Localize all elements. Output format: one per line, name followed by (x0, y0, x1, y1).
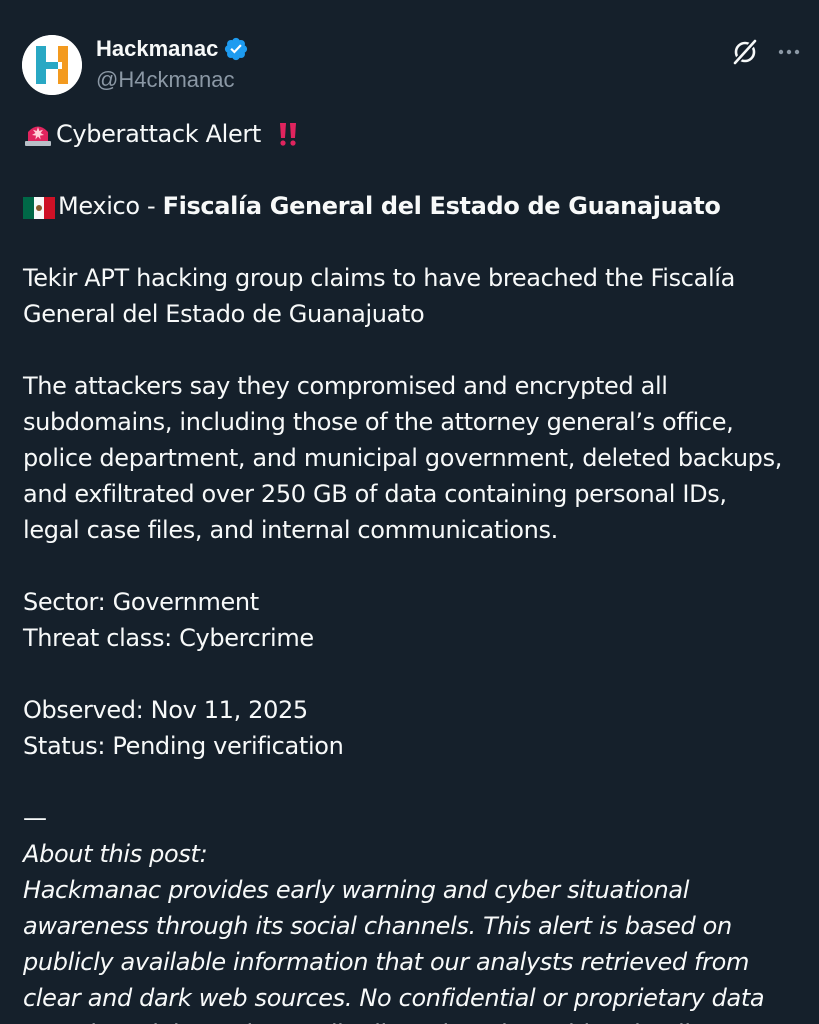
target-organization: Fiscalía General del Estado de Guanajuat… (162, 192, 721, 220)
post-body: Cyberattack Alert Mexico - Fiscalía Gene… (23, 116, 813, 1024)
details-line: The attackers say they compromised and e… (23, 372, 668, 400)
sector-line: Sector: Government (23, 588, 259, 616)
country-label: Mexico - (58, 192, 163, 220)
about-line: Hackmanac provides early warning and cyb… (23, 876, 690, 904)
details-line: and exfiltrated over 250 GB of data cont… (23, 480, 727, 508)
mexico-flag-icon (23, 197, 55, 219)
verified-badge-icon[interactable] (223, 36, 249, 62)
threat-class-line: Threat class: Cybercrime (23, 624, 314, 652)
grok-button[interactable] (730, 37, 760, 67)
target-line: Mexico - Fiscalía General del Estado de … (23, 188, 813, 224)
about-line: awareness through its social channels. T… (23, 912, 732, 940)
status-line: Status: Pending verification (23, 732, 344, 760)
avatar[interactable] (22, 35, 82, 95)
post-card: Hackmanac @H4ckmanac Cyberattack Alert M… (0, 0, 819, 1024)
more-options-button[interactable] (774, 37, 804, 67)
double-exclamation-emoji-icon (280, 123, 297, 146)
display-name-row: Hackmanac (96, 35, 249, 63)
details-line: subdomains, including those of the attor… (23, 408, 734, 436)
about-heading: About this post: (23, 840, 208, 868)
police-light-emoji-icon (25, 126, 51, 146)
more-options-icon (778, 49, 800, 55)
about-line: clear and dark web sources. No confident… (23, 984, 765, 1012)
observed-line: Observed: Nov 11, 2025 (23, 696, 308, 724)
details-line: police department, and municipal governm… (23, 444, 783, 472)
grok-icon (732, 38, 758, 66)
separator: — (23, 804, 47, 832)
details-line: legal case files, and internal communica… (23, 516, 558, 544)
summary-line: General del Estado de Guanajuato (23, 300, 425, 328)
about-line: was shared, hosted, or redistributed, an… (23, 1016, 813, 1024)
display-name[interactable]: Hackmanac (96, 36, 218, 62)
author-handle[interactable]: @H4ckmanac (96, 67, 249, 93)
author-info: Hackmanac @H4ckmanac (96, 35, 249, 93)
alert-title: Cyberattack Alert (56, 120, 261, 148)
about-line: publicly available information that our … (23, 948, 750, 976)
summary-line: Tekir APT hacking group claims to have b… (23, 264, 735, 292)
alert-title-line: Cyberattack Alert (23, 116, 813, 152)
post-header: Hackmanac @H4ckmanac (22, 33, 802, 97)
hackmanac-logo-icon (22, 35, 82, 95)
